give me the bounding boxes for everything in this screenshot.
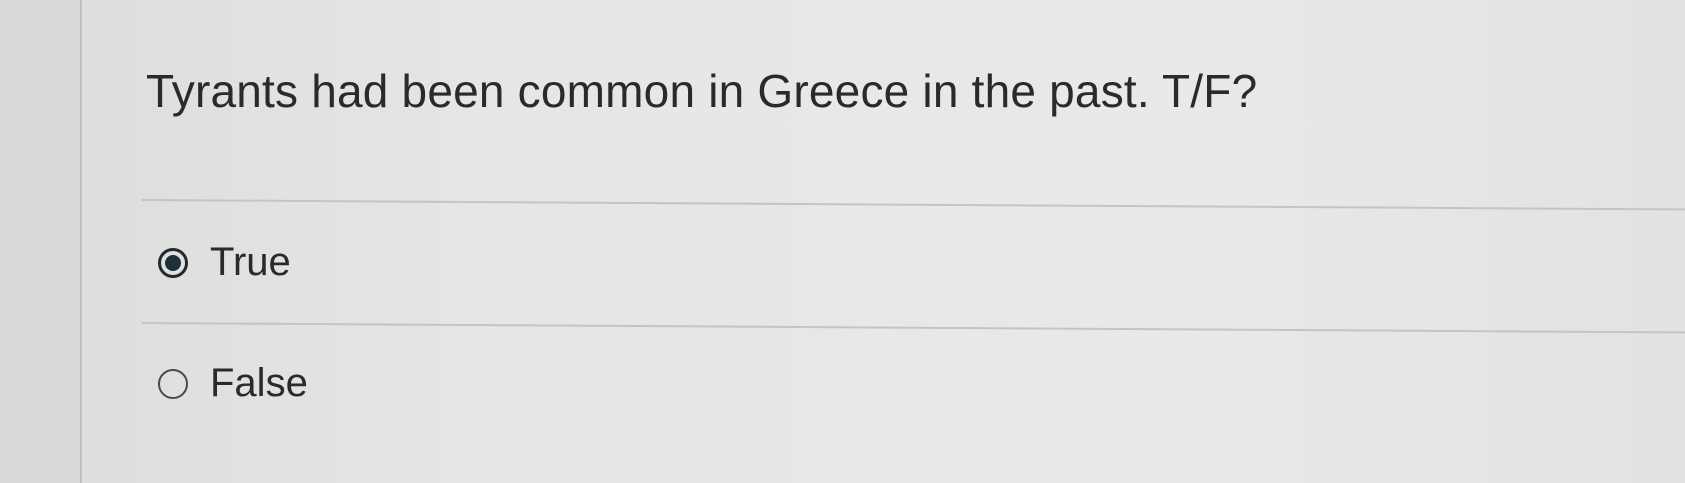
answer-option-true[interactable]: True: [158, 240, 291, 285]
question-card: Tyrants had been common in Greece in the…: [82, 0, 1685, 483]
divider: [141, 322, 1685, 334]
quiz-screen: Tyrants had been common in Greece in the…: [0, 0, 1685, 483]
left-rail: [0, 0, 82, 483]
answer-label: True: [210, 240, 291, 284]
radio-dot-icon: [165, 254, 181, 271]
radio-selected-icon[interactable]: [158, 247, 188, 278]
answer-label: False: [210, 361, 308, 405]
radio-unselected-icon[interactable]: [158, 368, 188, 399]
question-text: Tyrants had been common in Greece in the…: [146, 65, 1258, 117]
divider: [141, 199, 1685, 211]
answer-option-false[interactable]: False: [158, 361, 308, 406]
